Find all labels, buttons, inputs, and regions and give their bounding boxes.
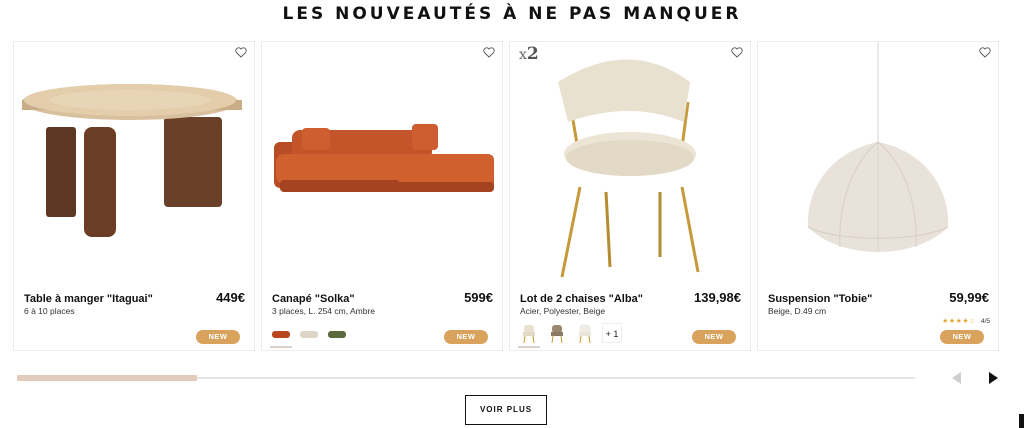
product-image-pendant[interactable] [758, 42, 998, 282]
product-name[interactable]: Lot de 2 chaises "Alba" [520, 293, 643, 305]
chair-taupe-swatch[interactable] [546, 323, 568, 345]
product-description: Beige, D.49 cm [768, 306, 827, 316]
favorite-heart-icon[interactable] [483, 47, 495, 58]
product-rating: ★★★★☆ 4/5 [942, 317, 990, 326]
page-edge [1019, 414, 1024, 428]
product-image-table[interactable] [14, 42, 254, 282]
scrollbar-thumb[interactable] [17, 375, 197, 381]
sofa-green-swatch[interactable] [326, 323, 348, 345]
carousel-next-icon[interactable] [985, 370, 1001, 386]
favorite-heart-icon[interactable] [979, 47, 991, 58]
product-name[interactable]: Table à manger "Itaguai" [24, 293, 153, 305]
color-swatches [270, 323, 348, 348]
product-description: 3 places, L. 254 cm, Ambre [272, 306, 375, 316]
product-carousel: Table à manger "Itaguai" 6 à 10 places 4… [13, 41, 999, 351]
favorite-heart-icon[interactable] [235, 47, 247, 58]
product-name[interactable]: Canapé "Solka" [272, 293, 355, 305]
new-badge: NEW [692, 330, 736, 344]
product-price: 59,99€ [949, 290, 989, 305]
product-card-chairs[interactable]: x2 Lot de 2 chaises "Alba" Acier, Polyes… [509, 41, 751, 351]
product-card-sofa[interactable]: Canapé "Solka" 3 places, L. 254 cm, Ambr… [261, 41, 503, 351]
product-description: 6 à 10 places [24, 306, 75, 316]
sofa-amber-swatch[interactable] [270, 323, 292, 348]
more-colors-button[interactable]: + 1 [602, 323, 622, 343]
product-price: 449€ [216, 290, 245, 305]
product-name[interactable]: Suspension "Tobie" [768, 293, 872, 305]
new-badge: NEW [940, 330, 984, 344]
product-price: 599€ [464, 290, 493, 305]
rating-stars-icon: ★★★★☆ [942, 318, 976, 325]
product-card-table[interactable]: Table à manger "Itaguai" 6 à 10 places 4… [13, 41, 255, 351]
carousel-prev-icon[interactable] [949, 370, 965, 386]
new-badge: NEW [196, 330, 240, 344]
product-description: Acier, Polyester, Beige [520, 306, 606, 316]
new-badge: NEW [444, 330, 488, 344]
product-price: 139,98€ [694, 290, 741, 305]
section-title: LES NOUVEAUTÉS À NE PAS MANQUER [282, 4, 742, 24]
rating-text: 4/5 [980, 317, 990, 325]
carousel-scrollbar[interactable] [17, 375, 915, 381]
sofa-beige-swatch[interactable] [298, 323, 320, 345]
color-swatches: + 1 [518, 323, 622, 348]
favorite-heart-icon[interactable] [731, 47, 743, 58]
see-more-button[interactable]: VOIR PLUS [465, 395, 547, 425]
quantity-label: x2 [519, 44, 539, 64]
product-image-sofa[interactable] [262, 42, 502, 282]
product-image-chair[interactable] [510, 42, 750, 282]
chair-beige-swatch[interactable] [518, 323, 540, 348]
chair-white-swatch[interactable] [574, 323, 596, 345]
product-card-pendant[interactable]: Suspension "Tobie" Beige, D.49 cm 59,99€… [757, 41, 999, 351]
